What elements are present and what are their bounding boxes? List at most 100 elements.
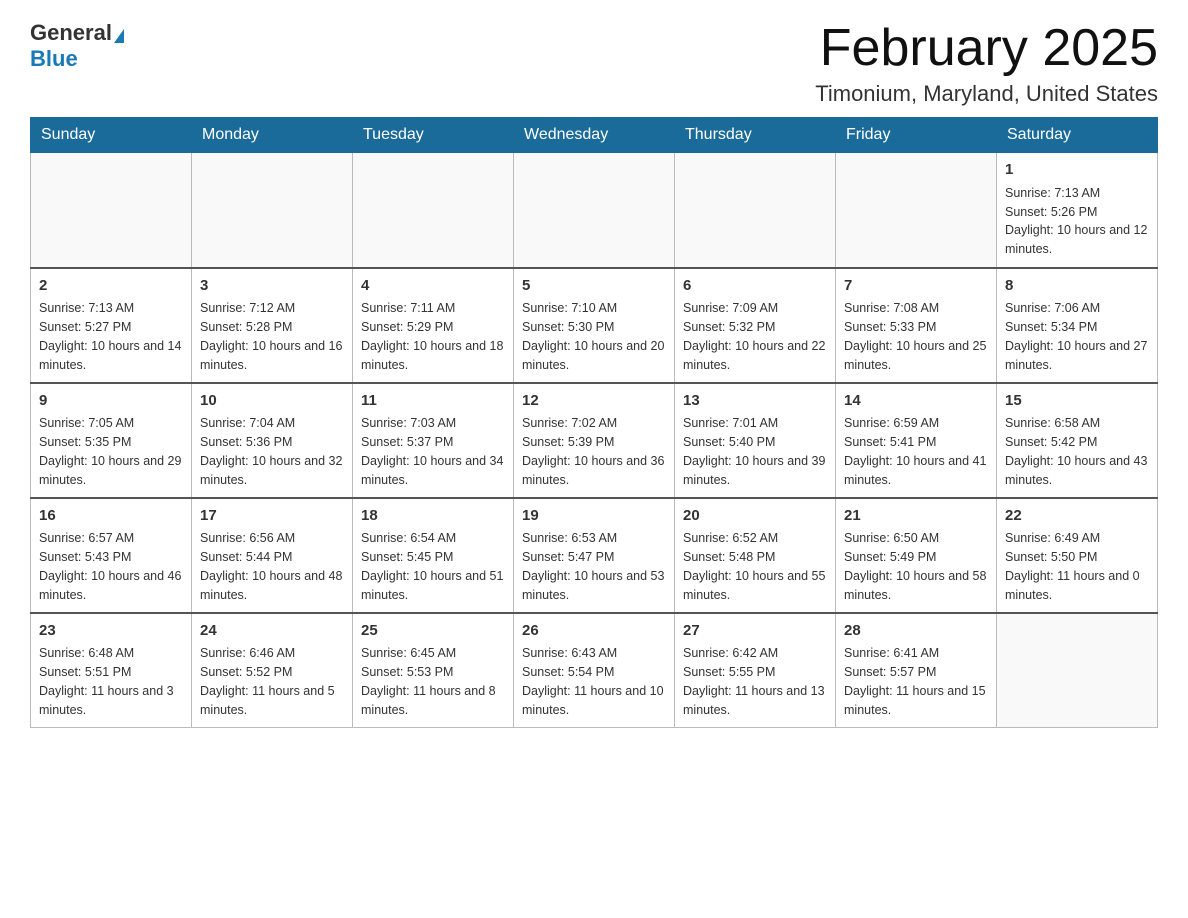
calendar-cell: 8Sunrise: 7:06 AM Sunset: 5:34 PM Daylig… [997,268,1158,383]
calendar-cell: 17Sunrise: 6:56 AM Sunset: 5:44 PM Dayli… [192,498,353,613]
calendar-cell: 18Sunrise: 6:54 AM Sunset: 5:45 PM Dayli… [353,498,514,613]
calendar-cell: 11Sunrise: 7:03 AM Sunset: 5:37 PM Dayli… [353,383,514,498]
calendar-cell: 15Sunrise: 6:58 AM Sunset: 5:42 PM Dayli… [997,383,1158,498]
day-info-text: Sunrise: 6:49 AM Sunset: 5:50 PM Dayligh… [1005,529,1149,604]
day-info-text: Sunrise: 6:43 AM Sunset: 5:54 PM Dayligh… [522,644,666,719]
day-info-text: Sunrise: 6:52 AM Sunset: 5:48 PM Dayligh… [683,529,827,604]
day-number: 5 [522,275,666,297]
calendar-cell: 22Sunrise: 6:49 AM Sunset: 5:50 PM Dayli… [997,498,1158,613]
page-header: General Blue February 2025 Timonium, Mar… [30,20,1158,107]
column-header-monday: Monday [192,118,353,153]
day-info-text: Sunrise: 6:53 AM Sunset: 5:47 PM Dayligh… [522,529,666,604]
day-info-text: Sunrise: 7:04 AM Sunset: 5:36 PM Dayligh… [200,414,344,489]
calendar-cell [836,153,997,268]
calendar-week-row: 16Sunrise: 6:57 AM Sunset: 5:43 PM Dayli… [31,498,1158,613]
calendar-week-row: 9Sunrise: 7:05 AM Sunset: 5:35 PM Daylig… [31,383,1158,498]
day-number: 20 [683,505,827,527]
day-info-text: Sunrise: 7:13 AM Sunset: 5:26 PM Dayligh… [1005,184,1149,259]
day-info-text: Sunrise: 6:56 AM Sunset: 5:44 PM Dayligh… [200,529,344,604]
day-number: 16 [39,505,183,527]
day-info-text: Sunrise: 7:09 AM Sunset: 5:32 PM Dayligh… [683,299,827,374]
column-header-tuesday: Tuesday [353,118,514,153]
day-number: 7 [844,275,988,297]
logo: General Blue [30,20,124,72]
day-info-text: Sunrise: 7:01 AM Sunset: 5:40 PM Dayligh… [683,414,827,489]
calendar-cell [514,153,675,268]
calendar-cell: 24Sunrise: 6:46 AM Sunset: 5:52 PM Dayli… [192,613,353,728]
day-number: 9 [39,390,183,412]
day-info-text: Sunrise: 6:46 AM Sunset: 5:52 PM Dayligh… [200,644,344,719]
day-number: 21 [844,505,988,527]
title-block: February 2025 Timonium, Maryland, United… [815,20,1158,107]
day-info-text: Sunrise: 6:45 AM Sunset: 5:53 PM Dayligh… [361,644,505,719]
day-number: 27 [683,620,827,642]
calendar-cell: 10Sunrise: 7:04 AM Sunset: 5:36 PM Dayli… [192,383,353,498]
day-number: 18 [361,505,505,527]
day-info-text: Sunrise: 6:48 AM Sunset: 5:51 PM Dayligh… [39,644,183,719]
day-info-text: Sunrise: 7:13 AM Sunset: 5:27 PM Dayligh… [39,299,183,374]
day-number: 17 [200,505,344,527]
logo-line1: General [30,20,124,46]
calendar-cell: 6Sunrise: 7:09 AM Sunset: 5:32 PM Daylig… [675,268,836,383]
day-number: 10 [200,390,344,412]
calendar-cell: 25Sunrise: 6:45 AM Sunset: 5:53 PM Dayli… [353,613,514,728]
calendar-header-row: SundayMondayTuesdayWednesdayThursdayFrid… [31,118,1158,153]
day-number: 1 [1005,159,1149,181]
calendar-cell: 20Sunrise: 6:52 AM Sunset: 5:48 PM Dayli… [675,498,836,613]
day-info-text: Sunrise: 6:42 AM Sunset: 5:55 PM Dayligh… [683,644,827,719]
day-info-text: Sunrise: 7:05 AM Sunset: 5:35 PM Dayligh… [39,414,183,489]
day-info-text: Sunrise: 7:03 AM Sunset: 5:37 PM Dayligh… [361,414,505,489]
day-number: 8 [1005,275,1149,297]
calendar-cell: 27Sunrise: 6:42 AM Sunset: 5:55 PM Dayli… [675,613,836,728]
day-info-text: Sunrise: 7:08 AM Sunset: 5:33 PM Dayligh… [844,299,988,374]
column-header-thursday: Thursday [675,118,836,153]
day-number: 6 [683,275,827,297]
calendar-cell: 2Sunrise: 7:13 AM Sunset: 5:27 PM Daylig… [31,268,192,383]
day-info-text: Sunrise: 7:06 AM Sunset: 5:34 PM Dayligh… [1005,299,1149,374]
day-info-text: Sunrise: 7:02 AM Sunset: 5:39 PM Dayligh… [522,414,666,489]
calendar-week-row: 1 Sunrise: 7:13 AM Sunset: 5:26 PM Daylig… [31,153,1158,268]
calendar-cell: 26Sunrise: 6:43 AM Sunset: 5:54 PM Dayli… [514,613,675,728]
logo-blue-text: Blue [30,46,78,71]
calendar-cell: 21Sunrise: 6:50 AM Sunset: 5:49 PM Dayli… [836,498,997,613]
calendar-cell: 4Sunrise: 7:11 AM Sunset: 5:29 PM Daylig… [353,268,514,383]
column-header-saturday: Saturday [997,118,1158,153]
logo-triangle-icon [114,29,124,43]
calendar-week-row: 2Sunrise: 7:13 AM Sunset: 5:27 PM Daylig… [31,268,1158,383]
day-info-text: Sunrise: 6:50 AM Sunset: 5:49 PM Dayligh… [844,529,988,604]
calendar-table: SundayMondayTuesdayWednesdayThursdayFrid… [30,117,1158,728]
day-info-text: Sunrise: 7:10 AM Sunset: 5:30 PM Dayligh… [522,299,666,374]
day-number: 2 [39,275,183,297]
logo-general-text: General [30,20,112,45]
day-number: 28 [844,620,988,642]
day-number: 14 [844,390,988,412]
calendar-cell [675,153,836,268]
day-info-text: Sunrise: 6:58 AM Sunset: 5:42 PM Dayligh… [1005,414,1149,489]
day-info-text: Sunrise: 7:11 AM Sunset: 5:29 PM Dayligh… [361,299,505,374]
calendar-cell: 28Sunrise: 6:41 AM Sunset: 5:57 PM Dayli… [836,613,997,728]
day-number: 13 [683,390,827,412]
calendar-cell: 23Sunrise: 6:48 AM Sunset: 5:51 PM Dayli… [31,613,192,728]
day-info-text: Sunrise: 6:41 AM Sunset: 5:57 PM Dayligh… [844,644,988,719]
day-number: 12 [522,390,666,412]
calendar-cell [31,153,192,268]
calendar-cell: 5Sunrise: 7:10 AM Sunset: 5:30 PM Daylig… [514,268,675,383]
calendar-cell: 12Sunrise: 7:02 AM Sunset: 5:39 PM Dayli… [514,383,675,498]
day-info-text: Sunrise: 6:59 AM Sunset: 5:41 PM Dayligh… [844,414,988,489]
calendar-cell: 9Sunrise: 7:05 AM Sunset: 5:35 PM Daylig… [31,383,192,498]
day-number: 23 [39,620,183,642]
column-header-wednesday: Wednesday [514,118,675,153]
day-info-text: Sunrise: 6:54 AM Sunset: 5:45 PM Dayligh… [361,529,505,604]
calendar-cell: 1 Sunrise: 7:13 AM Sunset: 5:26 PM Daylig… [997,153,1158,268]
day-number: 25 [361,620,505,642]
day-number: 11 [361,390,505,412]
calendar-week-row: 23Sunrise: 6:48 AM Sunset: 5:51 PM Dayli… [31,613,1158,728]
month-title: February 2025 [815,20,1158,77]
calendar-cell: 7Sunrise: 7:08 AM Sunset: 5:33 PM Daylig… [836,268,997,383]
calendar-cell: 16Sunrise: 6:57 AM Sunset: 5:43 PM Dayli… [31,498,192,613]
day-number: 22 [1005,505,1149,527]
column-header-sunday: Sunday [31,118,192,153]
calendar-cell [353,153,514,268]
calendar-cell: 19Sunrise: 6:53 AM Sunset: 5:47 PM Dayli… [514,498,675,613]
location-subtitle: Timonium, Maryland, United States [815,81,1158,107]
